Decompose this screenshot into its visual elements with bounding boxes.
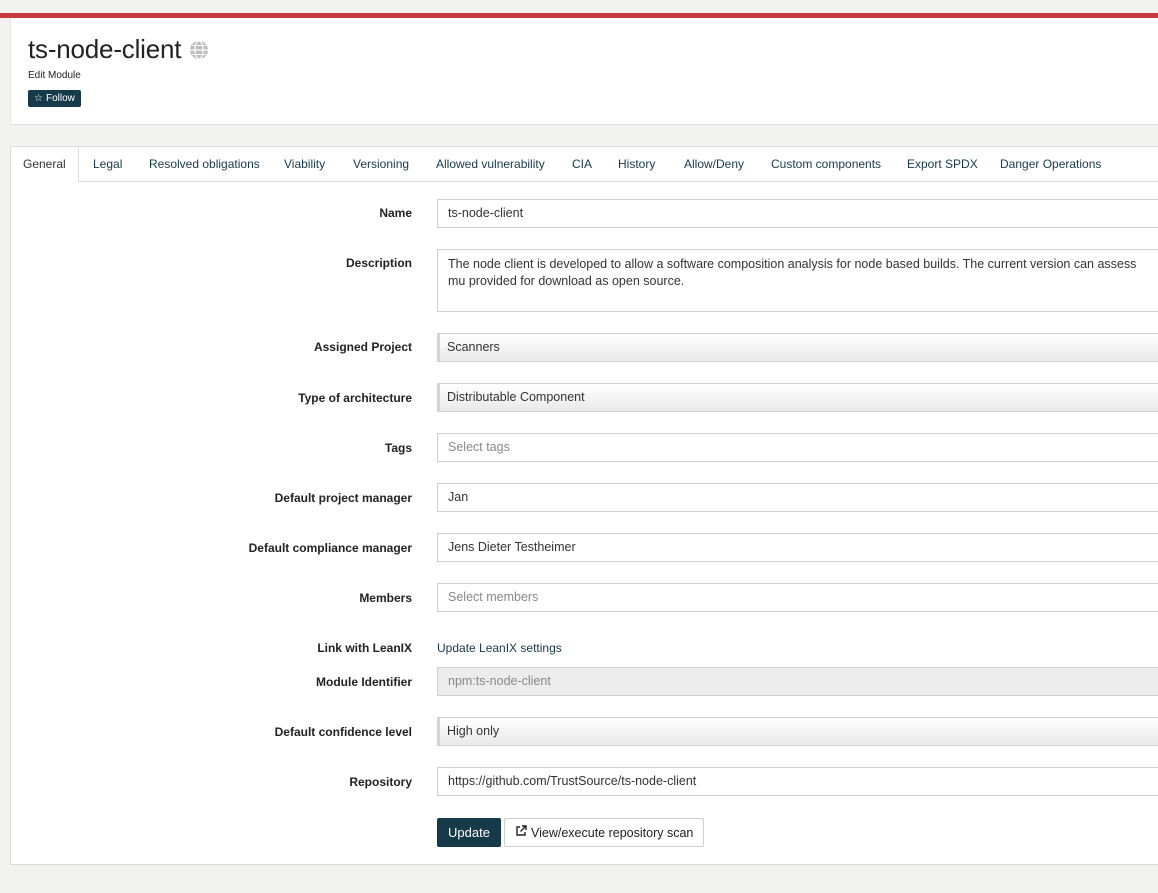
module-identifier-input: npm:ts-node-client [437,667,1158,696]
star-icon: ☆ [34,92,43,104]
architecture-select[interactable]: Distributable Component [437,383,1158,412]
repository-input[interactable]: https://github.com/TrustSource/ts-node-c… [437,767,1158,796]
leanix-label: Link with LeanIX [317,641,412,655]
confidence-level-label: Default confidence level [274,725,412,739]
globe-icon [188,39,210,61]
title-row: ts-node-client [28,34,210,65]
tab-allow-deny[interactable]: Allow/Deny [684,147,744,182]
description-label: Description [345,256,412,270]
module-panel: General Legal Resolved obligations Viabi… [10,146,1158,865]
repository-scan-button[interactable]: View/execute repository scan [504,818,705,847]
module-identifier-label: Module Identifier [316,675,412,689]
tab-legal[interactable]: Legal [93,147,122,182]
tab-danger-operations[interactable]: Danger Operations [1000,147,1101,182]
tab-custom-components[interactable]: Custom components [771,147,881,182]
members-label: Members [359,591,412,605]
tab-export-spdx[interactable]: Export SPDX [907,147,978,182]
confidence-level-select[interactable]: High only [437,717,1158,746]
architecture-label: Type of architecture [298,391,412,405]
name-label: Name [379,206,412,220]
page-subtitle: Edit Module [28,70,81,81]
follow-button[interactable]: ☆ Follow [28,90,81,107]
tab-viability[interactable]: Viability [284,147,325,182]
page-title: ts-node-client [28,34,182,64]
tab-resolved-obligations[interactable]: Resolved obligations [149,147,260,182]
members-input[interactable]: Select members [437,583,1158,612]
tags-label: Tags [384,441,412,455]
project-manager-label: Default project manager [274,491,412,505]
assigned-project-select[interactable]: Scanners [437,333,1158,362]
update-leanix-link[interactable]: Update LeanIX settings [437,641,562,655]
tab-bar: General Legal Resolved obligations Viabi… [11,147,1158,183]
update-button[interactable]: Update [437,818,501,847]
assigned-project-label: Assigned Project [313,340,412,354]
page-header: ts-node-client Edit Module ☆ Follow [10,18,1158,125]
follow-label: Follow [45,93,75,104]
tab-general[interactable]: General [11,147,79,183]
repository-label: Repository [349,775,412,789]
compliance-manager-select[interactable]: Jens Dieter Testheimer [437,533,1158,562]
tab-history[interactable]: History [618,147,655,182]
repository-scan-label: View/execute repository scan [531,825,694,840]
name-input[interactable]: ts-node-client [437,199,1158,228]
compliance-manager-label: Default compliance manager [248,541,412,555]
tab-versioning[interactable]: Versioning [353,147,409,182]
tab-cia[interactable]: CIA [572,147,592,182]
description-textarea[interactable]: The node client is developed to allow a … [437,249,1158,312]
external-link-icon [515,825,527,840]
project-manager-select[interactable]: Jan [437,483,1158,512]
tab-allowed-vulnerability[interactable]: Allowed vulnerability [436,147,545,182]
tags-input[interactable]: Select tags [437,433,1158,462]
